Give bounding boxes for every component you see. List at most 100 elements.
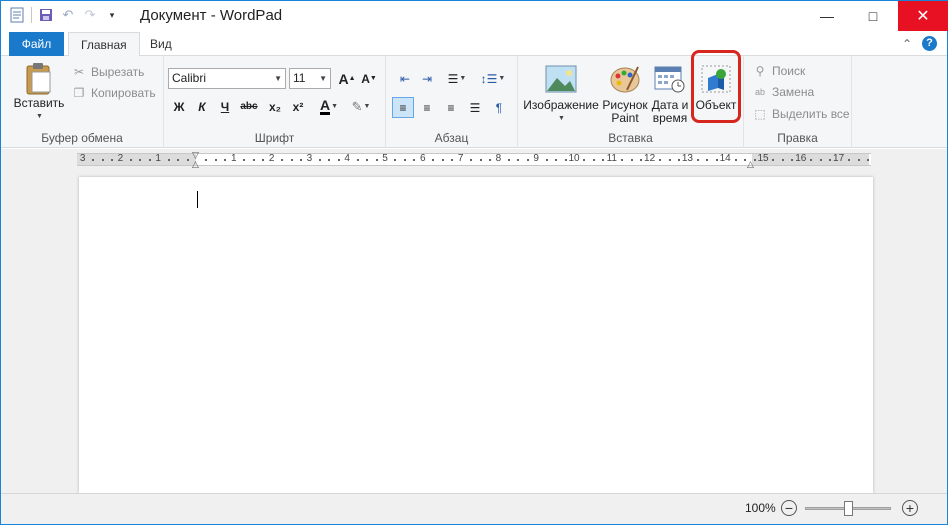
ruler-number: 17 [833, 153, 845, 164]
increase-indent-button[interactable]: ⇥ [416, 68, 438, 89]
text-color-button[interactable]: A ▼ [314, 96, 344, 117]
ribbon-tabs: Файл Главная Вид ⌃ ? [1, 32, 947, 57]
insert-group-label: Вставка [608, 131, 653, 145]
chevron-down-icon: ▼ [459, 75, 467, 82]
ruler-tick [621, 159, 624, 161]
chevron-down-icon: ▼ [319, 74, 327, 83]
customize-qat-icon[interactable]: ▾ [104, 7, 120, 23]
ruler-number: 12 [644, 153, 656, 164]
zoom-out-button[interactable]: − [781, 500, 797, 516]
bullet-list-icon: ☰ [447, 71, 459, 86]
paint-drawing-button[interactable]: Рисунок Paint [602, 64, 648, 125]
select-all-button[interactable]: ⬚ Выделить все [752, 104, 849, 124]
justify-icon: ☰ [469, 100, 481, 115]
align-left-button[interactable]: ≡ [392, 97, 414, 118]
grow-font-button[interactable]: A ▲ [336, 68, 358, 89]
ruler-number: 2 [268, 153, 275, 164]
align-right-button[interactable]: ≡ [440, 97, 462, 118]
ruler-tick [857, 159, 860, 161]
paragraph-settings-icon: ¶ [495, 100, 503, 115]
help-icon[interactable]: ? [922, 36, 937, 51]
wordpad-window: ↶ ↷ ▾ Документ - WordPad — □ ✕ Файл Глав… [0, 0, 948, 525]
ruler-number: 3 [79, 153, 86, 164]
minimize-button[interactable]: — [804, 1, 850, 31]
cut-button[interactable]: ✂ Вырезать [71, 62, 144, 82]
minus-icon: − [784, 500, 794, 516]
window-title: Документ - WordPad [140, 7, 283, 24]
find-button[interactable]: ⚲ Поиск [752, 61, 806, 81]
qat-separator [31, 7, 32, 23]
align-center-button[interactable]: ≡ [416, 97, 438, 118]
ruler-number: 16 [795, 153, 807, 164]
document-page[interactable] [79, 177, 873, 493]
horizontal-ruler[interactable]: ▽ △ △ 3 2 1 1 2 3 4 5 6 7 8 9 10 11 12 13 14 15 16 17 [77, 150, 871, 169]
ruler-tick [781, 159, 784, 161]
tab-view[interactable]: Вид [138, 32, 184, 56]
tab-home[interactable]: Главная [68, 32, 140, 57]
strikethrough-button[interactable]: abc [238, 96, 260, 117]
editing-group-label: Правка [777, 131, 818, 145]
justify-button[interactable]: ☰ [464, 97, 486, 118]
tab-file[interactable]: Файл [9, 32, 64, 56]
copy-button[interactable]: ❐ Копировать [71, 83, 156, 103]
close-button[interactable]: ✕ [898, 1, 948, 31]
ruler-tick [432, 159, 435, 161]
ruler-tick [356, 159, 359, 161]
redo-icon[interactable]: ↷ [82, 7, 98, 23]
ruler-tick [262, 159, 265, 161]
font-size-select[interactable]: 11 ▼ [289, 68, 331, 89]
picture-icon [545, 64, 577, 96]
ruler-number: 5 [382, 153, 388, 164]
bullets-button[interactable]: ☰ ▼ [442, 68, 472, 89]
replace-icon: ab [754, 87, 765, 97]
zoom-in-button[interactable]: + [902, 500, 918, 516]
datetime-button[interactable]: Дата и время [648, 64, 692, 125]
collapse-ribbon-icon[interactable]: ⌃ [902, 37, 912, 51]
ruler-tick [167, 159, 170, 161]
quick-access-toolbar: ↶ ↷ ▾ [9, 7, 120, 23]
datetime-label-line2: время [652, 111, 688, 125]
highlight-color-button[interactable]: ✎ ▼ [346, 96, 376, 117]
increase-indent-icon: ⇥ [421, 71, 433, 86]
decrease-indent-button[interactable]: ⇤ [394, 68, 416, 89]
replace-button[interactable]: ab Замена [752, 82, 814, 102]
paint-label-line2: Paint [611, 111, 639, 125]
subscript-button[interactable]: x₂ [264, 96, 286, 117]
copy-icon: ❐ [73, 86, 85, 100]
ruler-tick [630, 159, 633, 161]
underline-button[interactable]: Ч [214, 96, 236, 117]
ruler-tick [281, 159, 284, 161]
paragraph-settings-button[interactable]: ¶ [488, 97, 510, 118]
font-family-select[interactable]: Calibri ▼ [168, 68, 286, 89]
italic-button[interactable]: К [191, 96, 213, 117]
ruler-tick [829, 159, 832, 161]
insert-image-button[interactable]: Изображение ▼ [522, 64, 600, 125]
ruler-tick [715, 159, 718, 161]
line-spacing-icon: ↕☰ [480, 71, 498, 86]
shrink-font-button[interactable]: A ▼ [358, 68, 380, 89]
ribbon: Вставить ▼ ✂ Вырезать ❐ Копировать Буфер… [1, 56, 947, 148]
align-center-icon: ≡ [423, 100, 431, 115]
bold-button[interactable]: Ж [168, 96, 190, 117]
paint-palette-icon [609, 64, 641, 96]
superscript-button[interactable]: x² [287, 96, 309, 117]
paragraph-group-label: Абзац [434, 131, 469, 145]
save-icon[interactable] [38, 7, 54, 23]
ruler-tick [640, 159, 643, 161]
ruler-tick [592, 159, 595, 161]
wordpad-doc-icon[interactable] [9, 7, 25, 23]
group-clipboard: Вставить ▼ ✂ Вырезать ❐ Копировать Буфер… [1, 56, 164, 148]
ruler-tick [129, 159, 132, 161]
maximize-button[interactable]: □ [850, 1, 896, 31]
ruler-number: 2 [117, 153, 124, 164]
ruler-number: 8 [495, 153, 502, 164]
zoom-slider-thumb[interactable] [844, 501, 853, 516]
ruler-tick [753, 159, 756, 161]
line-spacing-button[interactable]: ↕☰ ▼ [478, 68, 508, 89]
ruler-number: 4 [344, 153, 350, 164]
paste-button[interactable]: Вставить ▼ [11, 62, 67, 123]
binoculars-icon: ⚲ [755, 64, 765, 78]
ruler-tick [772, 159, 775, 161]
ruler-number: 13 [681, 153, 693, 164]
undo-icon[interactable]: ↶ [60, 7, 76, 23]
